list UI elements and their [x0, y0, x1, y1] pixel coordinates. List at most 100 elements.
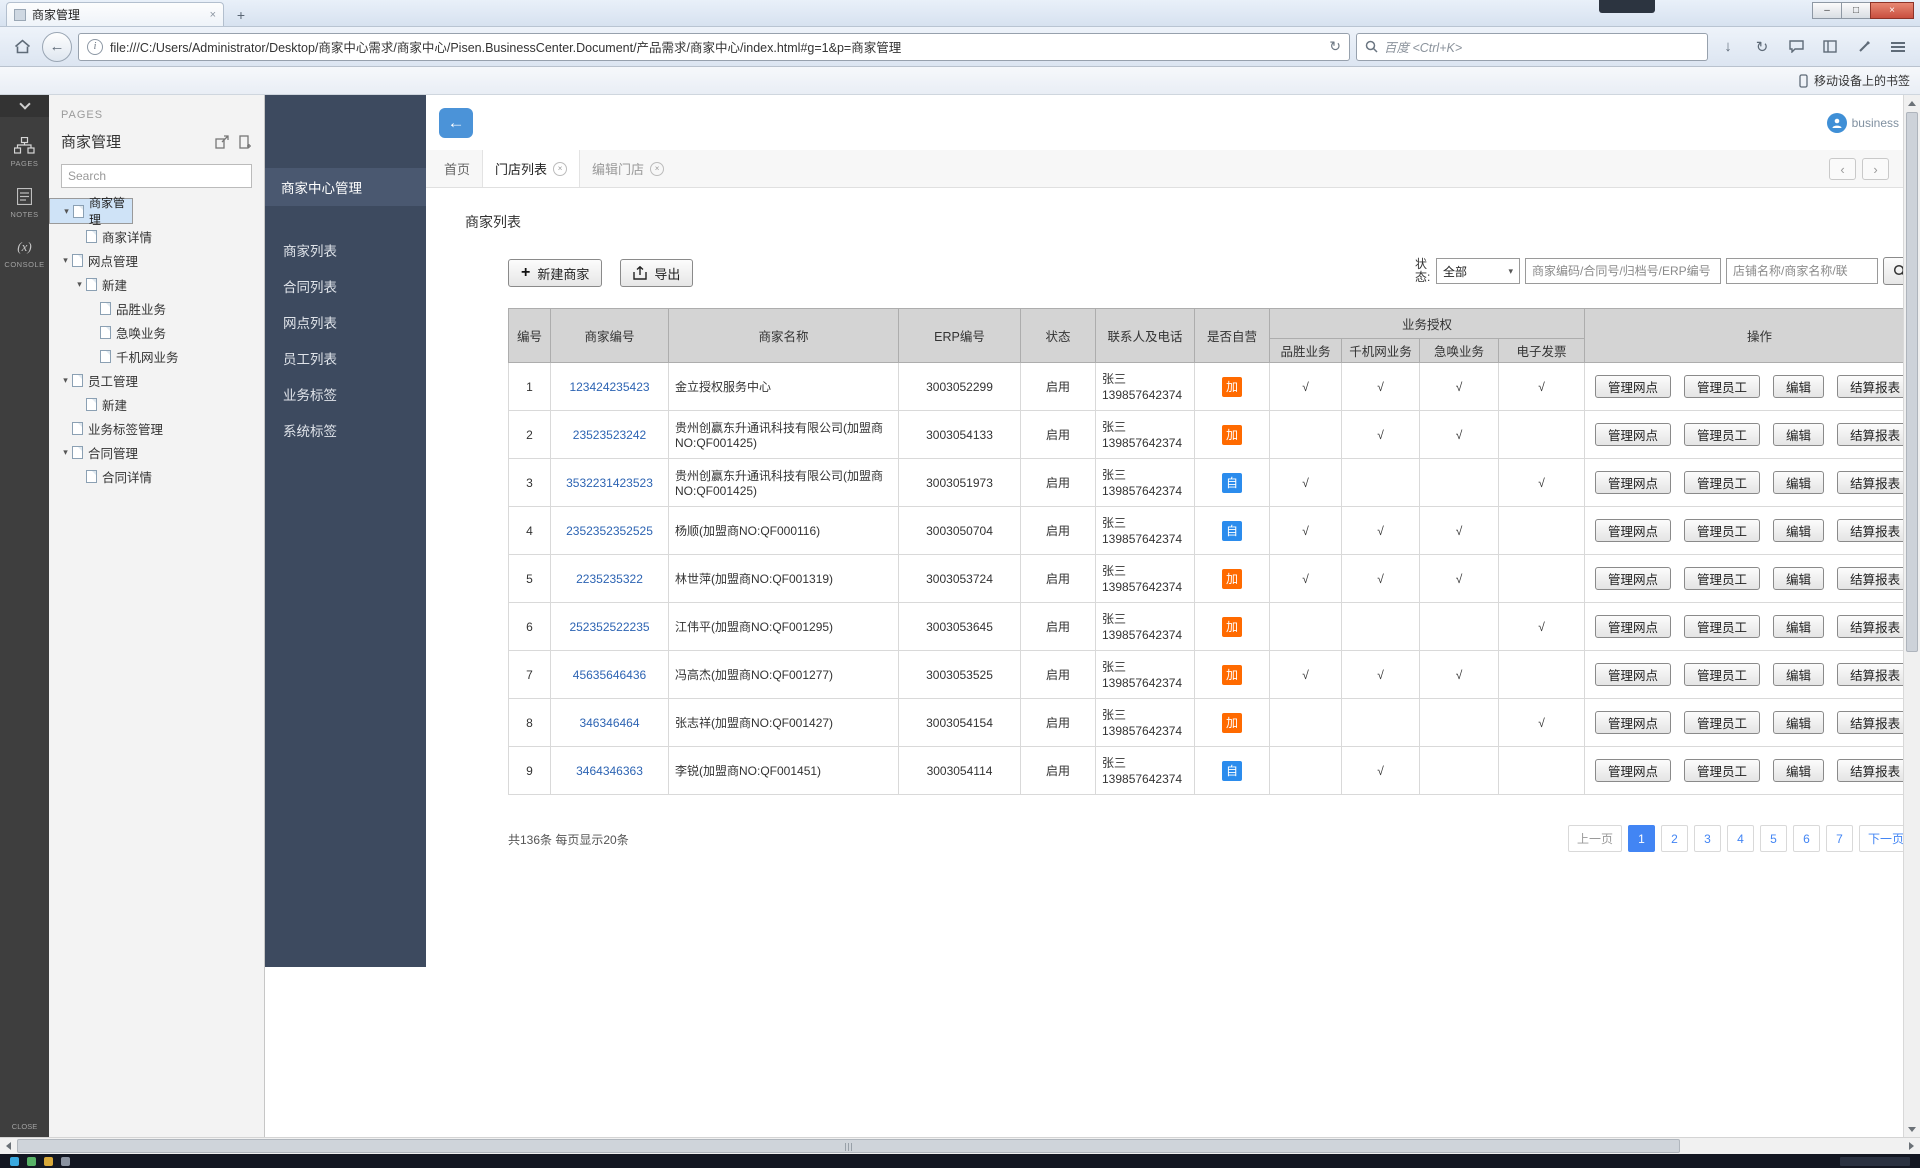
- chat-icon[interactable]: [1782, 33, 1810, 61]
- merchant-code-link[interactable]: 252352522235: [551, 603, 669, 651]
- tab-close-icon[interactable]: ×: [553, 162, 567, 176]
- reload-icon[interactable]: ↻: [1329, 38, 1341, 55]
- bookmarks-item-label[interactable]: 移动设备上的书签: [1814, 72, 1910, 89]
- page-info-icon[interactable]: i: [87, 39, 103, 55]
- next-page-button[interactable]: 下一页: [1859, 825, 1903, 852]
- user-badge[interactable]: business: [1827, 113, 1899, 133]
- edit-button[interactable]: 编辑: [1773, 711, 1824, 734]
- url-bar[interactable]: i file:///C:/Users/Administrator/Desktop…: [78, 33, 1350, 61]
- rail-close-button[interactable]: CLOSE: [12, 1122, 37, 1131]
- manage-outlets-button[interactable]: 管理网点: [1595, 519, 1671, 542]
- manage-staff-button[interactable]: 管理员工: [1684, 663, 1760, 686]
- new-tab-button[interactable]: +: [228, 5, 254, 25]
- manage-outlets-button[interactable]: 管理网点: [1595, 567, 1671, 590]
- tree-caret-icon[interactable]: ▾: [73, 279, 86, 290]
- new-merchant-button[interactable]: + 新建商家: [508, 259, 602, 287]
- shop-name-input[interactable]: [1726, 258, 1878, 284]
- manage-outlets-button[interactable]: 管理网点: [1595, 711, 1671, 734]
- new-page-icon[interactable]: [239, 135, 252, 149]
- tree-caret-icon[interactable]: ▾: [59, 447, 72, 458]
- page-button-2[interactable]: 2: [1661, 825, 1688, 852]
- merchant-code-link[interactable]: 3464346363: [551, 747, 669, 795]
- table-search-button[interactable]: [1883, 257, 1903, 285]
- sidebar-item-合同列表[interactable]: 合同列表: [265, 268, 426, 304]
- menu-icon[interactable]: [1884, 33, 1912, 61]
- pages-search-input[interactable]: [61, 164, 252, 188]
- tree-item-商家管理[interactable]: ▾商家管理: [49, 198, 133, 224]
- rail-item-notes[interactable]: NOTES: [10, 188, 38, 219]
- merchant-code-link[interactable]: 23523523242: [551, 411, 669, 459]
- page-button-3[interactable]: 3: [1694, 825, 1721, 852]
- page-button-1[interactable]: 1: [1628, 825, 1655, 852]
- rail-item-console[interactable]: (x) CONSOLE: [4, 239, 44, 269]
- vertical-scrollbar[interactable]: [1903, 95, 1920, 1137]
- manage-outlets-button[interactable]: 管理网点: [1595, 759, 1671, 782]
- page-button-7[interactable]: 7: [1826, 825, 1853, 852]
- collapse-panel-button[interactable]: [0, 95, 49, 117]
- back-icon[interactable]: ←: [42, 32, 72, 62]
- tab-编辑门店[interactable]: 编辑门店×: [580, 150, 676, 187]
- manage-outlets-button[interactable]: 管理网点: [1595, 375, 1671, 398]
- scroll-left-icon[interactable]: [0, 1138, 17, 1154]
- scroll-up-icon[interactable]: [1904, 95, 1920, 111]
- merchant-code-link[interactable]: 346346464: [551, 699, 669, 747]
- tab-scroll-right-button[interactable]: ›: [1862, 158, 1889, 180]
- settlement-report-button[interactable]: 结算报表: [1837, 663, 1903, 686]
- scroll-right-icon[interactable]: [1903, 1138, 1920, 1154]
- merchant-keyword-input[interactable]: [1525, 258, 1721, 284]
- sidebar-item-商家列表[interactable]: 商家列表: [265, 232, 426, 268]
- settlement-report-button[interactable]: 结算报表: [1837, 375, 1903, 398]
- downloads-icon[interactable]: ↓: [1714, 33, 1742, 61]
- edit-button[interactable]: 编辑: [1773, 471, 1824, 494]
- settlement-report-button[interactable]: 结算报表: [1837, 423, 1903, 446]
- tree-item-合同详情[interactable]: 合同详情: [49, 464, 264, 488]
- merchant-code-link[interactable]: 2352352352525: [551, 507, 669, 555]
- panels-icon[interactable]: [1816, 33, 1844, 61]
- home-icon[interactable]: [8, 33, 36, 61]
- manage-staff-button[interactable]: 管理员工: [1684, 567, 1760, 590]
- edit-button[interactable]: 编辑: [1773, 567, 1824, 590]
- edit-button[interactable]: 编辑: [1773, 375, 1824, 398]
- manage-staff-button[interactable]: 管理员工: [1684, 615, 1760, 638]
- tree-item-新建[interactable]: ▾新建: [49, 272, 264, 296]
- maximize-button[interactable]: □: [1841, 2, 1871, 19]
- manage-staff-button[interactable]: 管理员工: [1684, 519, 1760, 542]
- settlement-report-button[interactable]: 结算报表: [1837, 759, 1903, 782]
- tree-item-新建[interactable]: 新建: [49, 392, 264, 416]
- tab-close-icon[interactable]: ×: [210, 9, 216, 21]
- manage-staff-button[interactable]: 管理员工: [1684, 759, 1760, 782]
- manage-staff-button[interactable]: 管理员工: [1684, 471, 1760, 494]
- tree-item-员工管理[interactable]: ▾员工管理: [49, 368, 264, 392]
- horizontal-scroll-thumb[interactable]: [17, 1139, 1680, 1153]
- page-button-4[interactable]: 4: [1727, 825, 1754, 852]
- tree-item-业务标签管理[interactable]: 业务标签管理: [49, 416, 264, 440]
- merchant-code-link[interactable]: 3532231423523: [551, 459, 669, 507]
- manage-outlets-button[interactable]: 管理网点: [1595, 663, 1671, 686]
- settlement-report-button[interactable]: 结算报表: [1837, 711, 1903, 734]
- tree-caret-icon[interactable]: ▾: [59, 375, 72, 386]
- manage-outlets-button[interactable]: 管理网点: [1595, 615, 1671, 638]
- sidebar-item-员工列表[interactable]: 员工列表: [265, 340, 426, 376]
- tab-close-icon[interactable]: ×: [650, 162, 664, 176]
- manage-staff-button[interactable]: 管理员工: [1684, 423, 1760, 446]
- sidebar-item-网点列表[interactable]: 网点列表: [265, 304, 426, 340]
- settlement-report-button[interactable]: 结算报表: [1837, 471, 1903, 494]
- browser-tab[interactable]: 商家管理 ×: [6, 2, 224, 26]
- tab-首页[interactable]: 首页: [432, 150, 482, 187]
- tree-item-网点管理[interactable]: ▾网点管理: [49, 248, 264, 272]
- edit-button[interactable]: 编辑: [1773, 423, 1824, 446]
- share-page-icon[interactable]: [215, 135, 230, 149]
- settlement-report-button[interactable]: 结算报表: [1837, 567, 1903, 590]
- tree-caret-icon[interactable]: ▾: [59, 255, 72, 266]
- settlement-report-button[interactable]: 结算报表: [1837, 615, 1903, 638]
- page-button-6[interactable]: 6: [1793, 825, 1820, 852]
- edit-button[interactable]: 编辑: [1773, 615, 1824, 638]
- edit-button[interactable]: 编辑: [1773, 759, 1824, 782]
- status-select[interactable]: 全部 ▾: [1436, 258, 1520, 284]
- tree-item-商家详情[interactable]: 商家详情: [49, 224, 264, 248]
- edit-button[interactable]: 编辑: [1773, 663, 1824, 686]
- prev-page-button[interactable]: 上一页: [1568, 825, 1622, 852]
- manage-outlets-button[interactable]: 管理网点: [1595, 471, 1671, 494]
- tab-scroll-left-button[interactable]: ‹: [1829, 158, 1856, 180]
- close-button[interactable]: ×: [1870, 2, 1914, 19]
